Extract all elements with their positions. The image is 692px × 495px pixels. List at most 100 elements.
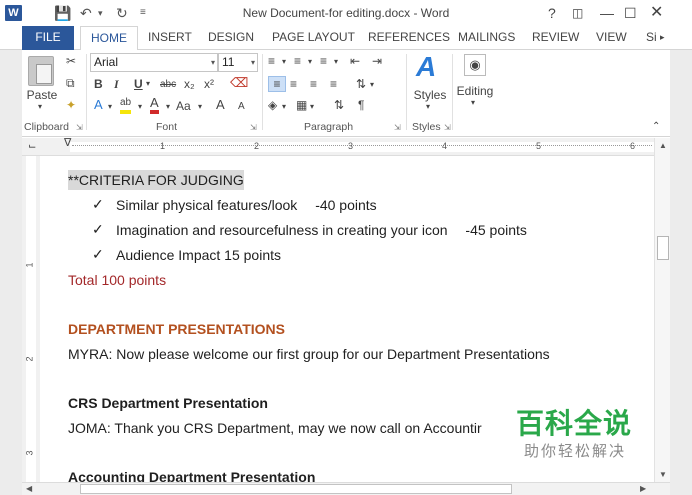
numbering-icon[interactable]: ≡ (294, 54, 301, 68)
joma-line[interactable]: JOMA: Thank you CRS Department, may we n… (68, 420, 482, 436)
horizontal-scroll-thumb[interactable] (80, 484, 512, 494)
shading-dropdown-icon[interactable]: ▾ (282, 100, 286, 114)
tab-page-layout[interactable]: PAGE LAYOUT (262, 26, 365, 50)
highlight-dropdown-icon[interactable]: ▾ (138, 100, 142, 114)
styles-launcher-icon[interactable]: ⇲ (444, 123, 451, 132)
change-case-dropdown-icon[interactable]: ▾ (198, 100, 202, 114)
underline-button[interactable]: U (134, 77, 143, 91)
tab-home[interactable]: HOME (80, 26, 138, 51)
paste-paper-icon (36, 64, 52, 84)
change-case-button[interactable]: Aa (176, 99, 191, 113)
borders-dropdown-icon[interactable]: ▾ (310, 100, 314, 114)
line-spacing-dropdown-icon[interactable]: ▾ (370, 78, 374, 92)
clipboard-group-label: Clipboard (24, 121, 69, 133)
sort-icon[interactable]: ⇅ (334, 98, 344, 112)
highlight-button[interactable]: ab (120, 96, 132, 114)
criteria-item[interactable]: Similar physical features/look -40 point… (116, 197, 377, 213)
align-left-button[interactable]: ≡ (268, 76, 286, 92)
shading-icon[interactable]: ◈ (268, 98, 277, 112)
paste-dropdown-icon: ▾ (38, 102, 43, 111)
minimize-icon[interactable]: — (600, 3, 614, 23)
borders-icon[interactable]: ▦ (296, 98, 307, 112)
indent-marker-icon[interactable]: ∇ (64, 136, 71, 150)
justify-button[interactable]: ≡ (330, 77, 337, 91)
criteria-item[interactable]: Audience Impact 15 points (116, 247, 281, 263)
maximize-icon[interactable]: ☐ (624, 3, 637, 23)
close-icon[interactable]: ✕ (650, 3, 663, 23)
editing-button[interactable]: ◉ Editing ▾ (454, 50, 496, 116)
font-color-dropdown-icon[interactable]: ▾ (166, 100, 170, 114)
check-mark-icon: ✓ (92, 246, 104, 262)
subscript-button[interactable]: x₂ (184, 77, 195, 91)
tab-selector-icon[interactable]: ⌙ (28, 140, 36, 154)
clear-formatting-icon[interactable]: ⌫ (230, 76, 248, 90)
criteria-item[interactable]: Imagination and resourcefulness in creat… (116, 222, 527, 238)
font-launcher-icon[interactable]: ⇲ (250, 123, 257, 132)
paste-button[interactable]: Paste ▾ (22, 50, 62, 114)
multilevel-dropdown-icon[interactable]: ▾ (334, 55, 338, 69)
styles-icon: A (416, 51, 437, 82)
find-binoculars-icon: ◉ (464, 54, 486, 76)
grow-font-button[interactable]: A (216, 98, 225, 112)
ruler-text-area (70, 142, 654, 152)
crs-heading[interactable]: CRS Department Presentation (68, 395, 268, 411)
restore-ribbon-icon[interactable]: ◫ (572, 3, 583, 23)
vertical-scroll-thumb[interactable] (657, 236, 669, 260)
horizontal-scrollbar[interactable]: ◀ ▶ (22, 482, 670, 495)
tab-file[interactable]: FILE (22, 26, 74, 50)
italic-button[interactable]: I (114, 77, 119, 91)
criteria-heading[interactable]: **CRITERIA FOR JUDGING (68, 170, 244, 190)
font-size-select[interactable]: 11 ▾ (218, 53, 258, 72)
bullets-icon[interactable]: ≡ (268, 54, 275, 68)
help-icon[interactable]: ? (548, 3, 556, 23)
clipboard-launcher-icon[interactable]: ⇲ (76, 123, 83, 132)
tab-insert[interactable]: INSERT (138, 26, 202, 50)
align-center-button[interactable]: ≡ (290, 77, 297, 91)
decrease-indent-icon[interactable]: ⇤ (350, 54, 360, 68)
tab-mailings[interactable]: MAILINGS (448, 26, 525, 50)
vertical-ruler-area (26, 156, 36, 482)
multilevel-list-icon[interactable]: ≡ (320, 54, 327, 68)
underline-dropdown-icon[interactable]: ▾ (146, 77, 150, 91)
styles-button[interactable]: A Styles ▾ (410, 50, 450, 116)
horizontal-ruler[interactable]: ⌙ ∇ 1 2 3 4 5 6 (22, 136, 670, 156)
line-spacing-icon[interactable]: ⇅ (356, 77, 366, 91)
department-heading[interactable]: DEPARTMENT PRESENTATIONS (68, 321, 285, 337)
tab-sign-in[interactable]: Si (636, 26, 657, 50)
accounting-heading[interactable]: Accounting Department Presentation (68, 469, 315, 482)
shrink-font-button[interactable]: A (238, 100, 245, 114)
bullets-dropdown-icon[interactable]: ▾ (282, 55, 286, 69)
vertical-ruler-number: 1 (24, 262, 35, 268)
tab-references[interactable]: REFERENCES (358, 26, 460, 50)
scroll-down-icon[interactable]: ▼ (659, 470, 667, 479)
text-effects-button[interactable]: A (94, 98, 103, 112)
tab-review[interactable]: REVIEW (522, 26, 589, 50)
group-separator (86, 54, 87, 130)
text-effects-dropdown-icon[interactable]: ▾ (108, 100, 112, 114)
align-right-button[interactable]: ≡ (310, 77, 317, 91)
numbering-dropdown-icon[interactable]: ▾ (308, 55, 312, 69)
format-painter-icon[interactable]: ✦ (66, 98, 76, 112)
bold-button[interactable]: B (94, 77, 103, 91)
font-name-select[interactable]: Arial ▾ (90, 53, 218, 72)
tab-design[interactable]: DESIGN (198, 26, 264, 50)
total-points-line[interactable]: Total 100 points (68, 272, 166, 288)
scroll-up-icon[interactable]: ▲ (659, 141, 667, 150)
paragraph-launcher-icon[interactable]: ⇲ (394, 123, 401, 132)
ruler-ticks (72, 145, 652, 147)
myra-line[interactable]: MYRA: Now please welcome our first group… (68, 346, 550, 362)
tabs-scroll-right-icon[interactable]: ▸ (660, 26, 665, 50)
increase-indent-icon[interactable]: ⇥ (372, 54, 382, 68)
scroll-left-icon[interactable]: ◀ (26, 484, 32, 493)
copy-icon[interactable]: ⧉ (66, 76, 75, 90)
scroll-right-icon[interactable]: ▶ (640, 484, 646, 493)
superscript-button[interactable]: x² (204, 77, 214, 91)
criteria-heading-text: **CRITERIA FOR JUDGING (68, 170, 244, 190)
font-color-button[interactable]: A (150, 96, 159, 114)
vertical-scrollbar[interactable]: ▲ ▼ (654, 138, 670, 482)
strikethrough-button[interactable]: abc (160, 78, 176, 92)
tab-view[interactable]: VIEW (586, 26, 637, 50)
show-formatting-icon[interactable]: ¶ (358, 98, 364, 112)
cut-icon[interactable]: ✂ (66, 54, 76, 68)
collapse-ribbon-icon[interactable]: ⌃ (652, 120, 660, 134)
